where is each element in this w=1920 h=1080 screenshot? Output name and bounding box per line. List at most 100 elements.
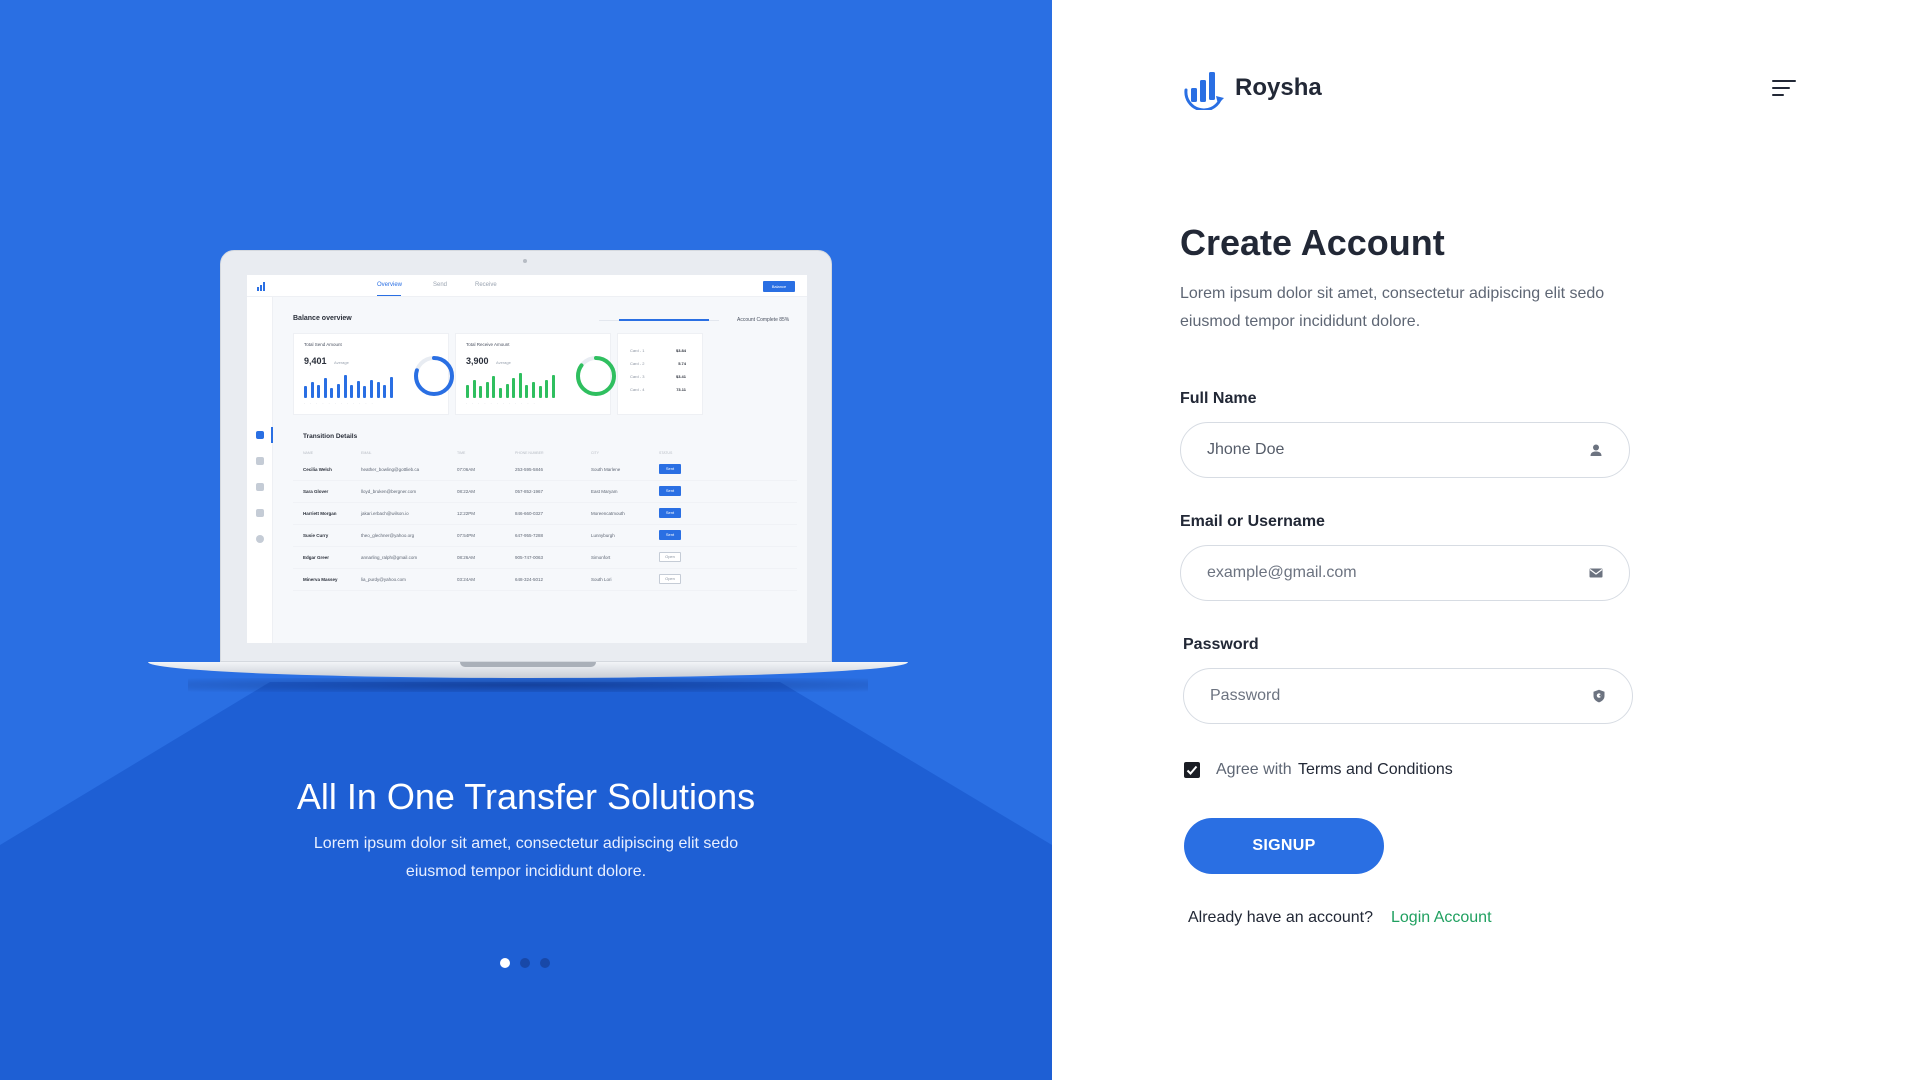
table-cell-name: Sara Glover — [303, 489, 329, 494]
bar-mark — [376, 382, 380, 398]
card-list-row: Card - 2 5.74 — [630, 361, 686, 366]
laptop-shadow — [188, 678, 868, 692]
bar-mark — [343, 375, 347, 398]
table-cell-time: 08:22AM — [457, 489, 476, 494]
menu-icon[interactable] — [1772, 78, 1800, 100]
dashboard-progress-label: Account Complete 85% — [737, 317, 790, 323]
bar-mark — [370, 380, 373, 398]
password-input[interactable] — [1210, 669, 1570, 723]
card-list-row: Card - 1 $3.84 — [630, 348, 686, 353]
signup-button[interactable]: SIGNUP — [1184, 818, 1384, 874]
card-list-label: Card - 2 — [630, 361, 645, 366]
dashboard-preview: Overview Send Receive Balance Balance ov… — [247, 275, 807, 643]
send-ring-chart — [414, 356, 454, 396]
full-name-input[interactable] — [1207, 423, 1567, 477]
bar-mark — [551, 375, 555, 398]
bar-mark — [485, 382, 489, 398]
status-badge: Sent — [659, 464, 681, 474]
table-row: Minerva Massey lia_purdy@yahoo.com 03:24AM… — [293, 569, 797, 591]
agree-checkbox[interactable] — [1184, 762, 1200, 778]
card-list-label: Card - 4 — [630, 387, 645, 392]
status-badge: Sent — [659, 530, 681, 540]
dashboard-balance-button: Balance — [763, 281, 795, 292]
bar-mark — [350, 385, 354, 398]
email-field[interactable] — [1180, 545, 1630, 601]
table-cell-name: Susie Curry — [303, 533, 329, 538]
full-name-field[interactable] — [1180, 422, 1630, 478]
table-cell-city: South Marlene — [591, 467, 621, 472]
bar-mark — [356, 381, 360, 398]
table-row: Susie Curry theo_glechner@yahoo.org 07:54P… — [293, 525, 797, 547]
dashboard-title: Balance overview — [293, 315, 352, 322]
email-input[interactable] — [1207, 546, 1567, 600]
mail-icon — [1589, 568, 1603, 578]
bar-mark — [317, 385, 321, 398]
hero-title: All In One Transfer Solutions — [296, 776, 756, 817]
table-cell-phone: 905-747-0063 — [515, 555, 544, 560]
table-cell-city: Moreencatmouth — [591, 511, 625, 516]
bar-mark — [525, 385, 529, 398]
table-header-phone: PHONE NUMBER — [515, 451, 544, 455]
send-card-title: Total Send Amount — [304, 342, 342, 347]
brand-name: Roysha — [1235, 74, 1322, 101]
carousel-dot-2[interactable] — [520, 958, 530, 968]
carousel-dot-1[interactable] — [500, 958, 510, 968]
laptop-lid: Overview Send Receive Balance Balance ov… — [220, 250, 832, 662]
dashboard-logo-icon — [257, 282, 265, 291]
table-cell-email: lia_purdy@yahoo.com — [361, 577, 406, 582]
receive-card-title: Total Receive Amount — [466, 342, 510, 347]
table-cell-time: 12:22PM — [457, 511, 476, 516]
table-cell-email: lloyd_bruken@bergner.com — [361, 489, 417, 494]
table-cell-email: annarling_ralph@gmail.com — [361, 555, 418, 560]
bar-mark — [363, 386, 367, 398]
dashboard-receive-card: Total Receive Amount 3,900 Average · · ·… — [455, 333, 616, 415]
table-cell-name: Minerva Massey — [303, 577, 338, 582]
table-cell-phone: 846-660-0327 — [515, 511, 544, 516]
menu-line — [1772, 94, 1784, 96]
table-cell-city: East Maryam — [591, 489, 618, 494]
send-card-avg: Average — [334, 360, 349, 365]
status-badge: Sent — [659, 486, 681, 496]
send-bar-chart — [304, 372, 400, 398]
dashboard-home-icon — [256, 431, 264, 439]
full-name-label: Full Name — [1180, 390, 1257, 407]
bar-mark — [323, 378, 327, 398]
bar-mark — [518, 373, 522, 398]
password-field[interactable] — [1183, 668, 1633, 724]
table-cell-name: Harriett Morgan — [303, 511, 337, 516]
card-list-value: 5.74 — [678, 361, 686, 366]
carousel-dot-3[interactable] — [540, 958, 550, 968]
bar-mark — [304, 386, 307, 398]
bar-mark — [310, 382, 314, 398]
already-have-account-text: Already have an account? — [1188, 909, 1374, 926]
send-axis: · · · · · · · · · · · · — [304, 402, 375, 406]
receive-bar-chart — [466, 372, 562, 398]
terms-link[interactable]: Terms and Conditions — [1298, 761, 1453, 779]
dashboard-list-icon — [256, 509, 264, 517]
dashboard-folder-icon — [256, 483, 264, 491]
dashboard-tab-send: Send — [433, 282, 448, 288]
bar-mark — [512, 378, 516, 398]
carousel-dots — [500, 958, 560, 968]
form-subtitle: Lorem ipsum dolor sit amet, consectetur … — [1180, 285, 1605, 330]
dashboard-tab-underline — [377, 295, 401, 296]
table-header-email: EMAIL — [361, 451, 372, 455]
receive-card-avg: Average — [496, 360, 511, 365]
card-list-value: $3.84 — [675, 348, 686, 353]
email-label: Email or Username — [1180, 513, 1325, 530]
login-account-link[interactable]: Login Account — [1391, 909, 1492, 927]
table-cell-name: Edgar Greer — [303, 555, 330, 560]
table-cell-email: theo_glechner@yahoo.org — [361, 533, 415, 538]
bar-mark — [545, 380, 549, 398]
dashboard-cards-list: Card - 1 $3.84 Card - 2 5.74 Card - 3 $3.41… — [617, 333, 703, 415]
table-cell-time: 08:26AM — [457, 555, 476, 560]
user-icon — [1590, 444, 1602, 456]
laptop-camera — [523, 259, 527, 263]
bar-mark — [505, 384, 509, 398]
table-header-time: TIME — [457, 451, 466, 455]
check-icon — [1186, 765, 1198, 775]
laptop-notch — [460, 662, 596, 667]
table-cell-city: Simonfort — [591, 555, 611, 560]
card-list-row: Card - 3 $3.41 — [630, 374, 686, 379]
bar-mark — [330, 388, 334, 398]
